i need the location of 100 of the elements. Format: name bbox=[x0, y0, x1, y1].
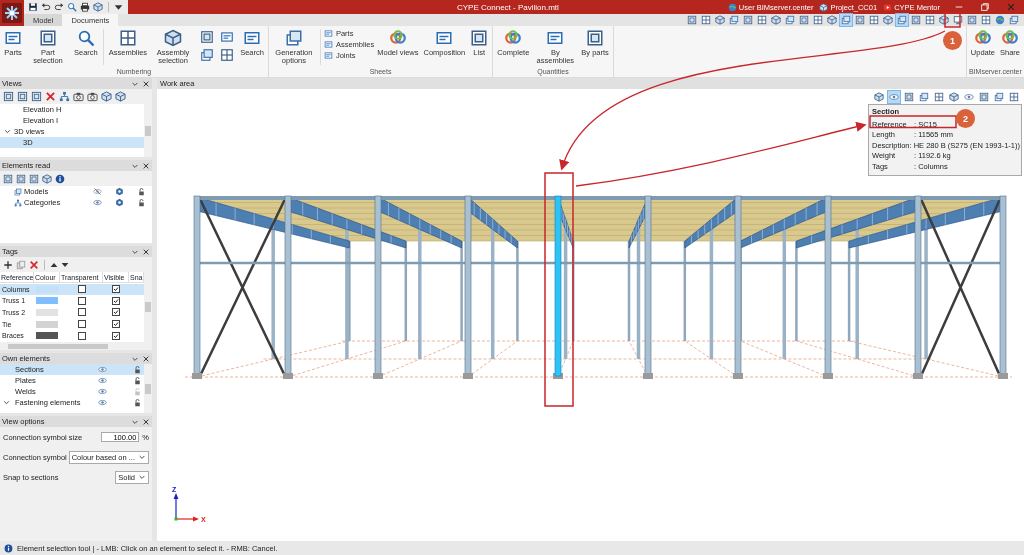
scrollbar[interactable] bbox=[144, 364, 152, 413]
document-icon[interactable] bbox=[435, 29, 454, 47]
rings-icon[interactable] bbox=[1001, 29, 1019, 47]
document-icon[interactable] bbox=[243, 29, 261, 47]
view-tool-button[interactable] bbox=[798, 14, 810, 26]
view-tool-button[interactable] bbox=[993, 91, 1005, 103]
search-icon[interactable] bbox=[76, 29, 95, 47]
view-tool-button[interactable] bbox=[910, 14, 922, 26]
view-tool-button[interactable] bbox=[873, 91, 885, 103]
document-icon[interactable] bbox=[220, 30, 235, 44]
checkbox[interactable] bbox=[112, 308, 120, 317]
chevron-icon[interactable] bbox=[138, 453, 146, 461]
view-tool-button[interactable] bbox=[868, 14, 880, 26]
frame-icon[interactable] bbox=[17, 91, 28, 102]
view-tool-button[interactable] bbox=[1008, 91, 1020, 103]
hexagon-icon[interactable] bbox=[115, 187, 124, 196]
restore-icon[interactable] bbox=[980, 2, 990, 12]
view-tool-button[interactable] bbox=[700, 14, 712, 26]
lock-icon[interactable] bbox=[137, 187, 146, 196]
view-tool-button[interactable] bbox=[728, 14, 740, 26]
add-icon[interactable] bbox=[3, 259, 13, 270]
view-tool-button[interactable] bbox=[770, 14, 782, 26]
close-icon[interactable] bbox=[142, 161, 150, 170]
frame-icon[interactable] bbox=[39, 29, 57, 47]
view-tool-button[interactable] bbox=[854, 14, 866, 26]
frame-icon[interactable] bbox=[586, 29, 605, 47]
grid-icon[interactable] bbox=[118, 29, 137, 47]
close-icon[interactable] bbox=[142, 247, 150, 256]
view-tool-button[interactable] bbox=[742, 14, 754, 26]
cube-icon[interactable] bbox=[42, 173, 52, 184]
eye-icon[interactable] bbox=[98, 398, 107, 407]
view-tool-button[interactable] bbox=[882, 14, 894, 26]
layers-icon[interactable] bbox=[284, 29, 303, 47]
view-tool-button[interactable] bbox=[918, 91, 930, 103]
camera-icon[interactable] bbox=[87, 91, 98, 102]
tree-icon[interactable] bbox=[59, 91, 70, 102]
view-tool-button[interactable] bbox=[903, 91, 915, 103]
delete-icon[interactable] bbox=[29, 259, 39, 270]
cube-icon[interactable] bbox=[115, 91, 126, 102]
rings-icon[interactable] bbox=[504, 29, 523, 47]
view-tool-button[interactable] bbox=[826, 14, 838, 26]
view-tool-button[interactable] bbox=[686, 14, 698, 26]
view-tool-button[interactable] bbox=[980, 14, 992, 26]
grid-icon[interactable] bbox=[220, 48, 235, 62]
checkbox[interactable] bbox=[112, 285, 120, 294]
frame-icon[interactable] bbox=[29, 173, 39, 184]
down-arrow-icon[interactable] bbox=[114, 2, 123, 12]
frame-icon[interactable] bbox=[470, 29, 489, 47]
document-icon[interactable] bbox=[323, 40, 333, 49]
eye-icon[interactable] bbox=[98, 387, 107, 396]
chevron-icon[interactable] bbox=[138, 473, 146, 481]
cube-icon[interactable] bbox=[101, 91, 112, 102]
view-tool-button[interactable] bbox=[966, 14, 978, 26]
print-icon[interactable] bbox=[80, 2, 90, 12]
checkbox[interactable] bbox=[77, 285, 86, 294]
lock-icon[interactable] bbox=[133, 398, 142, 407]
save-icon[interactable] bbox=[28, 2, 38, 12]
chevron-icon[interactable] bbox=[3, 399, 10, 406]
view-tool-button[interactable] bbox=[924, 14, 936, 26]
checkbox[interactable] bbox=[77, 308, 86, 317]
view-tool-button[interactable] bbox=[714, 14, 726, 26]
checkbox[interactable] bbox=[112, 320, 120, 329]
eye-icon[interactable] bbox=[98, 376, 107, 385]
checkbox[interactable] bbox=[77, 331, 86, 340]
checkbox[interactable] bbox=[112, 331, 120, 340]
view-tool-button[interactable] bbox=[948, 91, 960, 103]
view-tool-button[interactable] bbox=[812, 14, 824, 26]
delete-icon[interactable] bbox=[45, 91, 56, 102]
view-tool-button[interactable] bbox=[1008, 14, 1020, 26]
view-tool-button[interactable] bbox=[784, 14, 796, 26]
view-tool-button[interactable] bbox=[963, 91, 975, 103]
undo-icon[interactable] bbox=[41, 2, 51, 12]
frame-icon[interactable] bbox=[200, 30, 215, 44]
hidden-eye-icon[interactable] bbox=[93, 187, 102, 196]
cube-icon[interactable] bbox=[164, 29, 183, 47]
lock-icon[interactable] bbox=[137, 198, 146, 207]
rings-icon[interactable] bbox=[973, 29, 992, 47]
close-icon[interactable] bbox=[142, 79, 150, 88]
document-icon[interactable] bbox=[546, 29, 565, 47]
frame-icon[interactable] bbox=[3, 91, 14, 102]
lock-icon[interactable] bbox=[133, 376, 142, 385]
frame-icon[interactable] bbox=[3, 173, 13, 184]
table-cell[interactable] bbox=[129, 284, 144, 295]
chevron-icon[interactable] bbox=[4, 128, 11, 135]
layers-icon[interactable] bbox=[200, 48, 215, 62]
rings-icon[interactable] bbox=[388, 29, 407, 47]
scrollbar[interactable] bbox=[144, 104, 152, 157]
view-tool-button[interactable] bbox=[840, 14, 852, 26]
checkbox[interactable] bbox=[77, 296, 86, 305]
hexagon-icon[interactable] bbox=[115, 198, 124, 207]
eye-icon[interactable] bbox=[98, 365, 107, 374]
view-tool-button[interactable] bbox=[938, 14, 950, 26]
eye-icon[interactable] bbox=[93, 198, 102, 207]
view-tool-button[interactable] bbox=[756, 14, 768, 26]
document-icon[interactable] bbox=[323, 29, 333, 38]
cube-icon[interactable] bbox=[93, 2, 103, 12]
view-tool-button[interactable] bbox=[994, 14, 1006, 26]
document-icon[interactable] bbox=[323, 51, 333, 60]
info-icon[interactable] bbox=[55, 173, 65, 184]
view-tool-button[interactable] bbox=[933, 91, 945, 103]
